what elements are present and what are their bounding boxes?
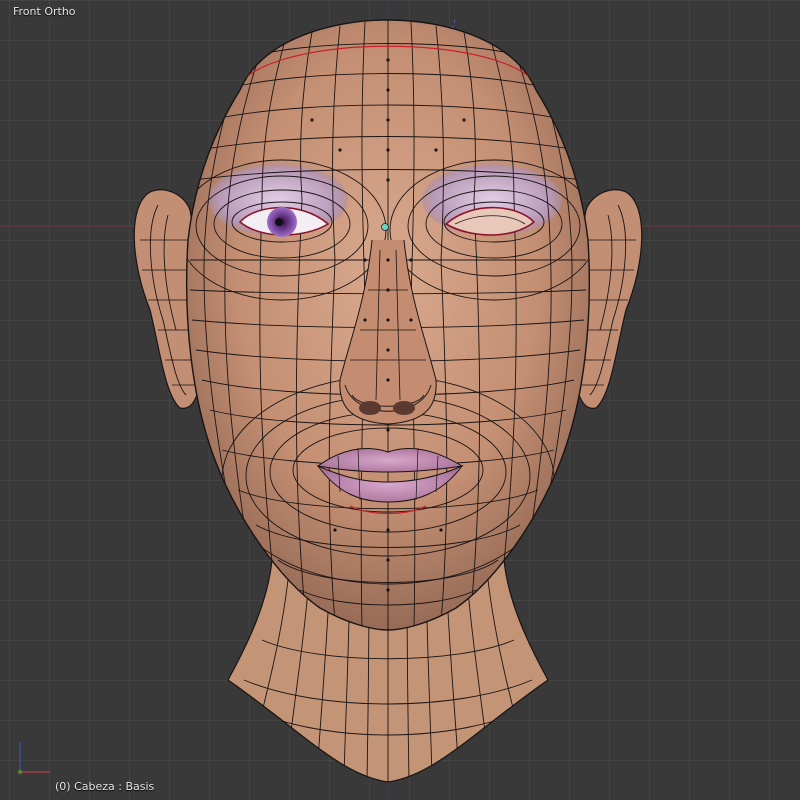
viewport-view-title: Front Ortho xyxy=(13,5,76,18)
head-mesh-scene[interactable] xyxy=(0,0,800,800)
left-nostril xyxy=(359,401,381,415)
gizmo-y-axis xyxy=(18,770,22,774)
3d-viewport[interactable]: Front Ortho (0) Cabeza : Basis xyxy=(0,0,800,800)
head-mesh[interactable] xyxy=(178,19,598,631)
viewport-object-info: (0) Cabeza : Basis xyxy=(55,780,155,793)
object-origin-dot[interactable] xyxy=(381,223,389,231)
axis-gizmo xyxy=(18,742,50,774)
left-pupil xyxy=(275,218,283,226)
right-nostril xyxy=(393,401,415,415)
